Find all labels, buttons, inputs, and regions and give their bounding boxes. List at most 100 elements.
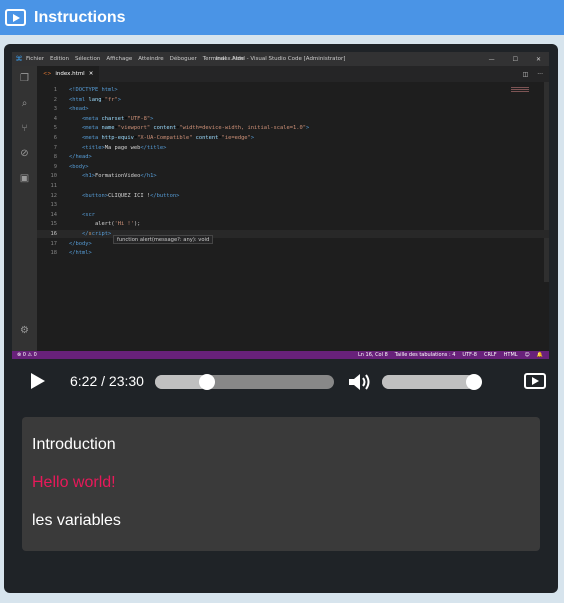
code-text: <meta charset="UTF-8"> <box>81 115 154 122</box>
vscode-menu-item: Atteindre <box>138 56 164 62</box>
more-icon: ··· <box>537 70 543 78</box>
seek-thumb[interactable] <box>198 374 215 390</box>
close-icon: ✕ <box>88 71 94 77</box>
code-line: 12 <button>CLIQUEZ ICI !</button> <box>37 192 549 200</box>
status-right: Ln 16, Col 8 Taille des tabulations : 4 UT… <box>358 352 549 358</box>
status-item: 🔔 <box>536 352 543 358</box>
video-panel: ⌘ Fichier Edition Sélection Affichage Attein… <box>4 44 558 593</box>
source-control-icon: ⑂ <box>21 123 28 134</box>
explorer-icon: ❐ <box>20 73 29 84</box>
volume-fill <box>382 375 475 389</box>
line-number: 16 <box>50 231 58 237</box>
seek-slider[interactable] <box>155 374 334 390</box>
editor-actions: ◫ ··· <box>523 66 543 82</box>
code-line: 11 <box>37 182 549 190</box>
gear-icon: ⚙ <box>20 325 29 336</box>
player-controls: 6:22 / 23:30 <box>4 363 558 399</box>
code-line: 13 <box>37 201 549 209</box>
chapter-list: Introduction Hello world! les variables <box>22 417 540 551</box>
code-line: 14 <scr <box>37 211 549 219</box>
code-text: <html lang="fr"> <box>69 96 121 103</box>
code-text: </body> <box>69 240 92 247</box>
vscode-logo-icon: ⌘ <box>15 55 23 63</box>
line-number: 15 <box>50 221 58 228</box>
code-text: </head> <box>69 154 92 161</box>
status-problems: ⊗ 0 ⚠ 0 <box>17 352 37 358</box>
line-number: 10 <box>50 173 58 180</box>
vscode-menu-item: Aide <box>231 56 245 62</box>
code-text: <body> <box>69 163 89 170</box>
status-item: Taille des tabulations : 4 <box>394 352 456 358</box>
volume-icon[interactable] <box>347 371 371 393</box>
extensions-icon: ▣ <box>19 173 30 184</box>
status-item: CRLF <box>483 352 497 358</box>
page-title: Instructions <box>34 8 126 26</box>
code-line: 18 </html> <box>37 249 549 257</box>
status-item: Ln 16, Col 8 <box>357 352 388 358</box>
chapter-item[interactable]: Introduction <box>32 436 116 454</box>
debug-icon: ⊘ <box>20 148 29 159</box>
code-line: 7 <title>Ma page web</title> <box>37 144 549 152</box>
status-item: HTML <box>503 352 518 358</box>
line-number: 17 <box>50 240 58 247</box>
close-icon: ✕ <box>535 55 541 63</box>
vscode-window-controls: — ☐ ✕ <box>489 52 541 66</box>
vscode-tabbar: <> index.html ✕ ◫ ··· <box>37 66 549 82</box>
code-line: 3 <head> <box>37 105 549 113</box>
vscode-menu-item: Affichage <box>106 56 133 62</box>
code-text: </script> <box>81 231 112 237</box>
code-line: 6 <meta http-equiv="X-UA-Compatible" con… <box>37 134 549 142</box>
code-line: 10 <h1>FormationVideo</h1> <box>37 172 549 180</box>
code-text: <button>CLIQUEZ ICI !</button> <box>81 192 180 199</box>
line-number: 8 <box>53 154 57 161</box>
html-file-icon: <> <box>43 71 52 77</box>
code-line: 4 <meta charset="UTF-8"> <box>37 115 549 123</box>
code-text: <h1>FormationVideo</h1> <box>81 173 157 180</box>
chapter-item[interactable]: les variables <box>32 512 121 530</box>
code-text: <!DOCTYPE html> <box>69 87 118 93</box>
time-display: 6:22 / 23:30 <box>70 373 144 389</box>
line-number: 18 <box>50 250 58 257</box>
code-line: 1 <!DOCTYPE html> <box>37 86 549 94</box>
status-item: ☺ <box>524 352 530 358</box>
line-number: 11 <box>50 183 58 189</box>
video-mode-icon[interactable] <box>524 373 546 389</box>
vscode-menu-item: Terminal <box>202 56 226 62</box>
line-number: 9 <box>53 163 57 170</box>
minimize-icon: — <box>488 55 495 63</box>
code-line: 8 </head> <box>37 153 549 161</box>
line-number: 14 <box>50 211 58 218</box>
editor-tab-label: index.html <box>55 71 85 77</box>
code-text: alert('Hi !'); <box>94 221 141 228</box>
video-frame[interactable]: ⌘ Fichier Edition Sélection Affichage Attein… <box>12 52 549 359</box>
line-number: 3 <box>53 106 57 113</box>
vscode-menu-item: Fichier <box>26 56 44 62</box>
code-line: 2 <html lang="fr"> <box>37 96 549 104</box>
vscode-activity-bar: ❐ ⌕ ⑂ ⊘ ▣ ⚙ <box>12 66 37 351</box>
code-editor: 1 <!DOCTYPE html> 2 <html lang="fr"> 3 <head>… <box>37 82 549 351</box>
code-line: 5 <meta name="viewport" content="width=d… <box>37 124 549 132</box>
line-number: 5 <box>53 125 57 132</box>
play-button[interactable] <box>31 373 45 389</box>
maximize-icon: ☐ <box>512 55 518 63</box>
line-number: 12 <box>50 192 58 199</box>
volume-slider[interactable] <box>382 374 483 390</box>
line-number: 7 <box>53 144 57 151</box>
code-line: 15 alert('Hi !'); <box>37 220 549 228</box>
chapter-item[interactable]: Hello world! <box>32 474 116 492</box>
split-editor-icon: ◫ <box>522 70 529 78</box>
code-text: <head> <box>69 106 89 113</box>
vscode-menu: Fichier Edition Sélection Affichage Atteindr… <box>26 56 250 62</box>
code-text: <meta http-equiv="X-UA-Compatible" conte… <box>81 135 255 141</box>
vscode-menu-item: Edition <box>49 56 70 62</box>
search-icon: ⌕ <box>21 98 28 109</box>
status-item: UTF-8 <box>462 352 477 358</box>
code-text: <meta name="viewport" content="width=dev… <box>81 125 310 132</box>
code-line: 9 <body> <box>37 163 549 171</box>
code-text: <scr <box>81 211 95 218</box>
vscode-menu-item: Déboguer <box>169 56 197 62</box>
vscode-titlebar: ⌘ Fichier Edition Sélection Affichage Attein… <box>12 52 549 66</box>
volume-thumb[interactable] <box>466 374 483 390</box>
code-text: </html> <box>69 250 92 257</box>
line-number: 1 <box>53 87 57 93</box>
